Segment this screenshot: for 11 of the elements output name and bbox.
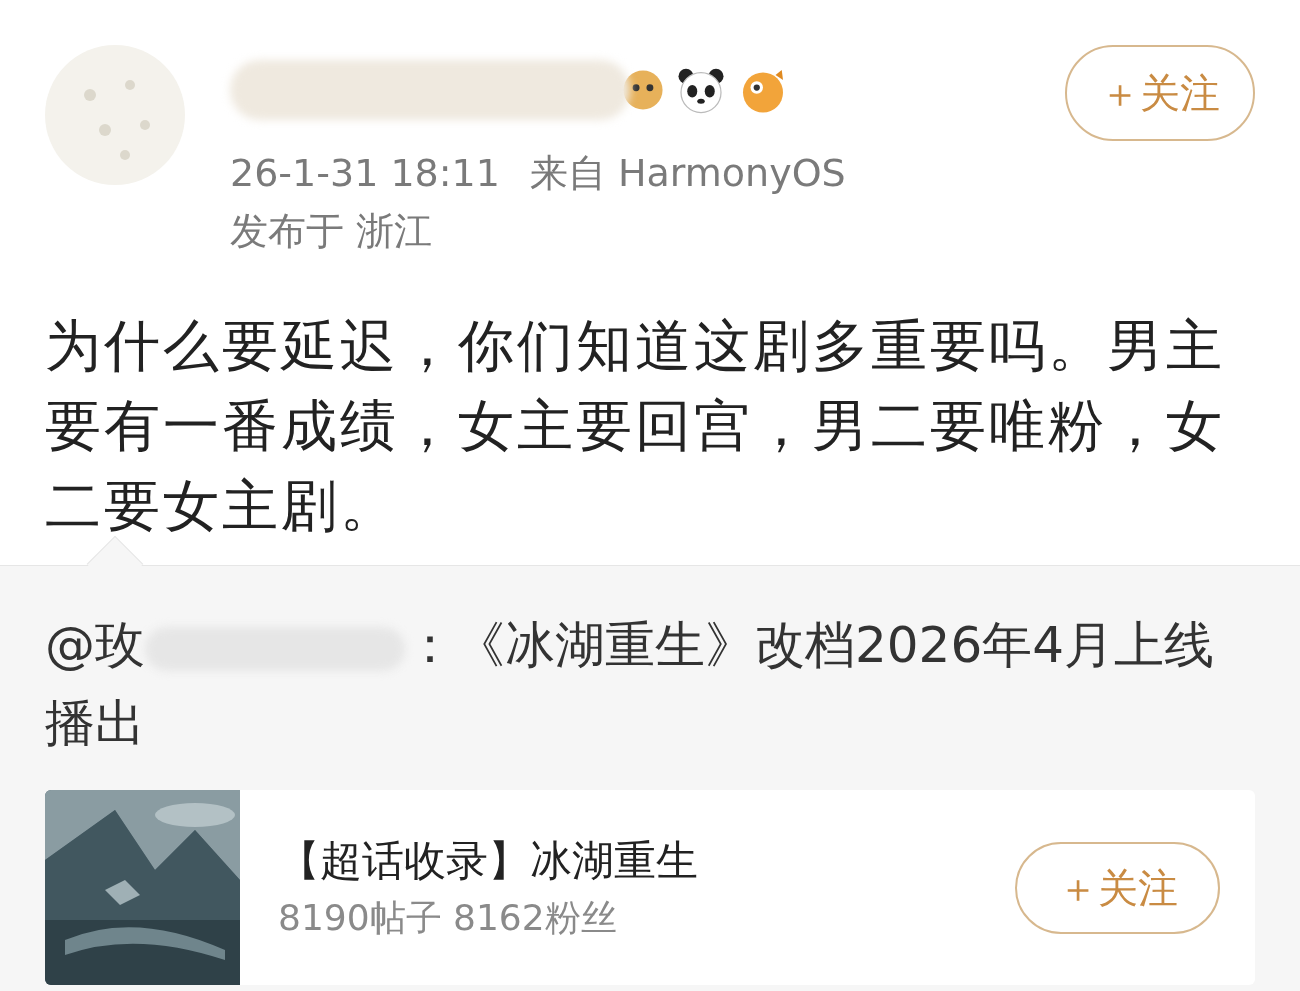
repost-text: @玫 ：《冰湖重生》改档2026年4月上线播出 (45, 615, 1216, 754)
location-label: 发布于 浙江 (230, 208, 434, 255)
post-text: 为什么要延迟，你们知道这剧多重要吗。男主要有一番成绩，女主要回宫，男二要唯粉，女二要女主剧。 (45, 312, 1226, 540)
topic-stats: 8190帖子 8162粉丝 (278, 895, 618, 940)
follow-button[interactable]: ＋关注 (1065, 45, 1255, 141)
follow-button[interactable]: ＋关注 (1015, 841, 1220, 934)
topic-title: 【超话收录】冰湖重生 (278, 834, 699, 887)
timestamp: 26-1-31 18:11 (230, 150, 500, 197)
avatar[interactable] (45, 45, 185, 185)
topic-card[interactable]: 【超话收录】冰湖重生 8190帖子 8162粉丝 ＋关注 (45, 790, 1255, 985)
source-label: 来自 HarmonyOS (529, 150, 846, 197)
